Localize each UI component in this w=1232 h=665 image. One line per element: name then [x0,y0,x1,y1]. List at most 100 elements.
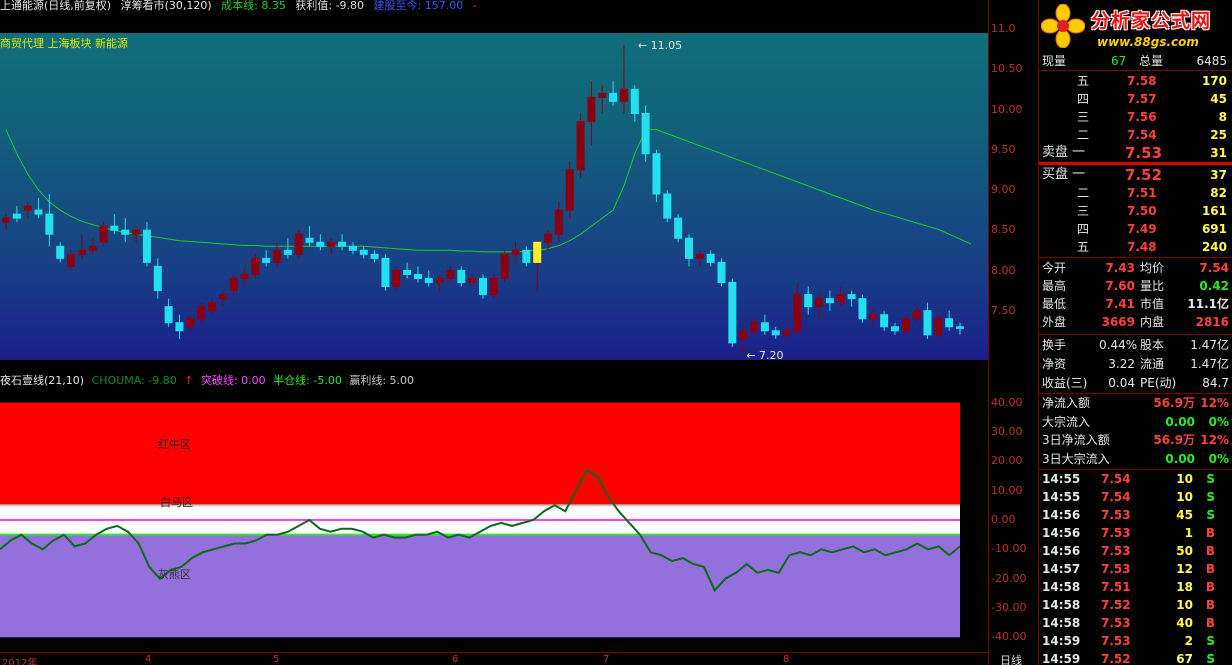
candle[interactable] [413,266,422,283]
candle[interactable] [88,238,97,255]
tick-side: S [1206,472,1215,486]
flow-pct: 0% [1208,451,1229,466]
candle[interactable] [403,262,412,279]
candle[interactable] [858,294,867,323]
candle[interactable] [674,214,683,243]
candle[interactable] [945,310,954,331]
candle[interactable] [370,250,379,263]
candle[interactable] [706,250,715,267]
quote-panel: 分析家公式网 www.88gs.com 现量 67 总量 6485 五 7.58 1… [1038,0,1232,665]
candle[interactable] [890,322,899,335]
candle[interactable] [446,266,455,283]
candle[interactable] [23,202,32,219]
candle[interactable] [34,198,43,219]
candle[interactable] [847,290,856,307]
candle[interactable] [479,274,487,299]
candle[interactable] [327,238,336,255]
candle[interactable] [880,310,889,331]
candle[interactable] [901,314,910,335]
candle[interactable] [316,234,325,251]
candle[interactable] [67,250,76,271]
indicator-name[interactable]: 淳筹看市(30,120) [121,0,212,12]
candle[interactable] [175,314,184,339]
candle[interactable] [338,234,347,251]
candle[interactable] [522,246,531,267]
candle[interactable] [240,266,249,287]
candle[interactable] [77,234,86,259]
candle[interactable] [630,85,639,122]
candle[interactable] [348,242,357,255]
brand-url[interactable]: www.88gs.com [1097,35,1199,49]
tick-volume: 40 [1176,616,1193,630]
candle[interactable] [684,234,693,267]
candle[interactable] [836,286,845,307]
candle[interactable] [500,250,509,283]
stock-title[interactable]: 上通能源(日线,前复权) [0,0,111,12]
candle[interactable] [663,189,672,223]
candle[interactable] [533,241,542,291]
candle[interactable] [771,326,780,339]
candle[interactable] [804,286,813,315]
candle[interactable] [619,45,628,114]
candle[interactable] [218,290,227,307]
candle[interactable] [554,202,563,243]
candle[interactable] [197,302,206,323]
indicator-chart[interactable] [0,388,988,652]
candle[interactable] [121,218,130,243]
candle[interactable] [142,222,151,267]
candle[interactable] [164,298,173,327]
candle[interactable] [956,322,964,335]
candle[interactable] [132,226,141,243]
candle[interactable] [392,266,401,291]
candle[interactable] [793,282,802,335]
candle[interactable] [544,230,553,251]
candle[interactable] [598,85,607,114]
candle[interactable] [457,266,466,287]
candle[interactable] [2,214,10,231]
bid-level-label: 三 [1077,204,1090,218]
candle[interactable] [587,81,596,146]
candle[interactable] [283,238,292,259]
candle[interactable] [99,222,108,247]
candle[interactable] [294,230,303,259]
candle[interactable] [359,246,368,259]
candle[interactable] [207,298,216,315]
candle[interactable] [934,314,943,339]
candle[interactable] [923,302,932,339]
candle[interactable] [728,278,737,347]
candle[interactable] [56,242,65,263]
stat-value: 7.43 [1105,261,1135,275]
candle[interactable] [652,149,661,203]
candle[interactable] [782,326,791,339]
candle[interactable] [912,306,921,323]
candle[interactable] [45,193,54,247]
candle[interactable] [12,206,21,223]
candle[interactable] [305,226,314,247]
ask-price: 7.57 [1127,92,1157,106]
candle[interactable] [815,294,824,319]
candle[interactable] [609,81,618,106]
candle[interactable] [695,250,704,267]
candle[interactable] [435,274,444,291]
candle[interactable] [489,274,498,299]
candle[interactable] [186,314,195,331]
candle[interactable] [251,254,260,279]
candle[interactable] [229,274,238,295]
candle[interactable] [869,306,878,327]
candle[interactable] [717,258,726,287]
period-label[interactable]: 日线 [1000,652,1022,665]
candlestick-chart[interactable]: ← 11.05 ← 7.20 [0,13,988,363]
indicator-title[interactable]: 夜石壹线(21,10) [0,374,84,387]
candle[interactable] [641,105,650,162]
candle[interactable] [511,242,520,263]
candle[interactable] [576,113,585,178]
candle[interactable] [262,250,271,267]
candle[interactable] [424,270,433,287]
candle[interactable] [153,258,162,299]
candle[interactable] [381,254,390,291]
candle[interactable] [825,290,834,311]
candle[interactable] [468,274,477,287]
candle[interactable] [565,161,574,219]
candle[interactable] [750,318,759,335]
candle[interactable] [760,314,769,335]
